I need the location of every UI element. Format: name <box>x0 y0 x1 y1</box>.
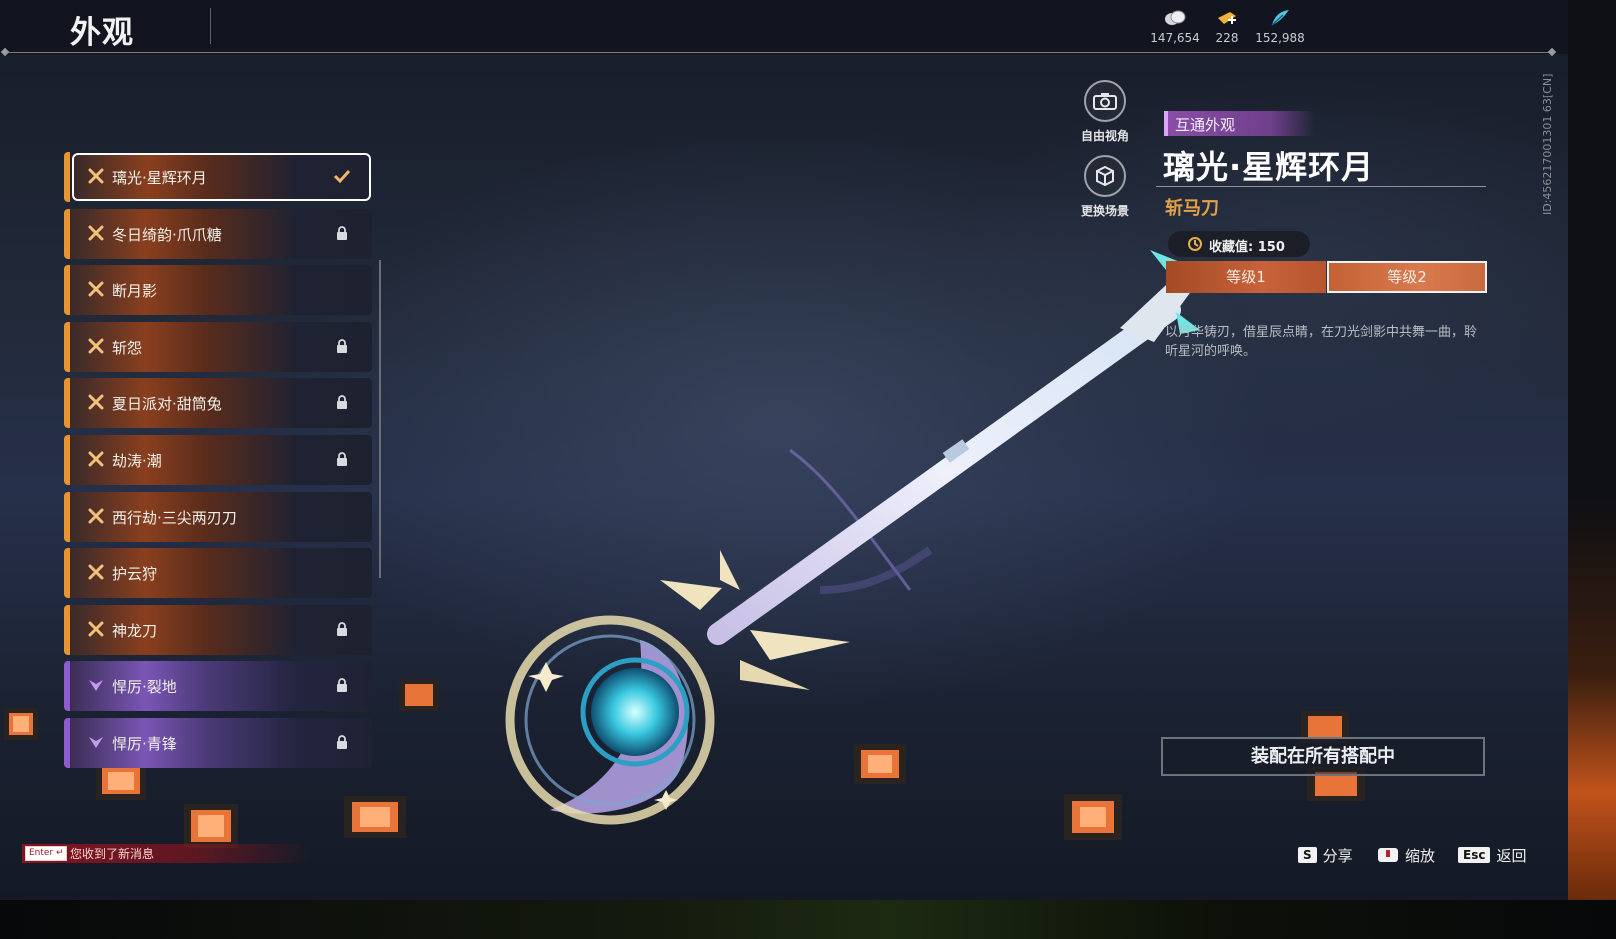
skin-list-item[interactable]: 斩怨 <box>64 321 372 372</box>
skin-name: 斩怨 <box>112 338 143 357</box>
shared-appearance-label: 互通外观 <box>1175 116 1236 134</box>
skin-name: 悍厉·裂地 <box>112 678 177 697</box>
orange-rarity-icon <box>88 168 104 184</box>
camera-icon <box>1093 93 1117 110</box>
ticket-icon <box>1218 12 1236 24</box>
skin-name: 劫涛·潮 <box>112 452 162 470</box>
rarity-bar <box>64 152 70 202</box>
lock-icon <box>332 619 352 639</box>
skin-description: 以月华铸刃，借星辰点睛，在刀光剑影中共舞一曲，聆听星河的呼唤。 <box>1165 325 1478 359</box>
orange-rarity-icon <box>88 564 104 580</box>
free-view-button[interactable]: 自由视角 <box>1070 80 1140 144</box>
window-edge-background <box>1568 0 1616 900</box>
skin-list-item[interactable]: 夏日派对·甜筒兔 <box>64 378 372 429</box>
zoom-button[interactable]: 缩放 <box>1377 845 1435 865</box>
skin-list-item[interactable]: 西行劫·三尖两刃刀 <box>64 491 372 542</box>
skin-list-item[interactable]: 神龙刀 <box>64 604 372 655</box>
collection-value-badge: 收藏值: 150 <box>1168 231 1310 257</box>
skin-name: 西行劫·三尖两刃刀 <box>112 508 237 527</box>
lantern-decoration <box>4 708 38 740</box>
lock-icon <box>332 336 352 356</box>
skin-name: 璃光·星辉环月 <box>112 169 207 187</box>
orange-rarity-icon <box>88 394 104 410</box>
coin-stack-icon <box>1165 10 1186 25</box>
skin-name: 断月影 <box>112 282 158 301</box>
shared-appearance-tag: 互通外观 <box>1164 111 1316 136</box>
skin-list-item[interactable]: 悍厉·青锋 <box>64 718 372 768</box>
skin-list-item[interactable]: 劫涛·潮 <box>64 435 372 485</box>
lantern-decoration <box>344 796 406 838</box>
cube-icon <box>1096 165 1114 187</box>
title-underline <box>1156 186 1486 187</box>
header-divider <box>4 52 1552 53</box>
skin-list-item[interactable]: 冬日绮韵·爪爪糖 <box>64 208 372 259</box>
equip-all-button[interactable]: 装配在所有搭配中 <box>1161 737 1485 776</box>
zoom-label: 缩放 <box>1405 846 1436 865</box>
skin-name: 护云狩 <box>112 565 158 584</box>
s-key: S <box>1298 847 1317 863</box>
share-label: 分享 <box>1322 846 1353 865</box>
page-title: 外观 <box>70 15 134 51</box>
back-button[interactable]: Esc 返回 <box>1458 845 1526 865</box>
skin-name: 悍厉·青锋 <box>112 735 177 753</box>
collection-value: 收藏值: 150 <box>1209 240 1285 255</box>
build-id-label: ID:456217001301 63[CN] <box>1541 73 1554 215</box>
share-button[interactable]: S 分享 <box>1298 845 1353 865</box>
new-message-notification[interactable]: Enter ↵ 您收到了新消息 <box>22 844 312 863</box>
skin-list-item[interactable]: 悍厉·裂地 <box>64 661 372 712</box>
skin-name: 神龙刀 <box>112 621 158 640</box>
orange-rarity-icon <box>88 281 104 297</box>
orange-rarity-icon <box>88 451 104 467</box>
skin-list-item[interactable]: 断月影 <box>64 265 372 316</box>
purple-rarity-icon <box>89 680 103 692</box>
list-scrollbar[interactable] <box>379 260 381 578</box>
skin-title: 璃光·星辉环月 <box>1163 148 1375 186</box>
feather-icon <box>1271 10 1289 26</box>
esc-key: Esc <box>1458 847 1491 863</box>
skin-list[interactable]: 璃光·星辉环月 冬日绮韵·爪爪糖 断月影斩怨夏日派对·甜筒兔 劫涛·潮西行劫·三尖两刃… <box>64 152 374 777</box>
skin-list-item[interactable]: 璃光·星辉环月 <box>64 152 372 202</box>
mouse-icon <box>1378 848 1398 862</box>
change-scene-label: 更换场景 <box>1080 204 1129 218</box>
lantern-decoration <box>399 679 439 711</box>
window-bottom-background <box>0 900 1616 939</box>
lock-icon <box>332 223 352 243</box>
orange-rarity-icon <box>88 225 104 241</box>
feather-amount: 152,988 <box>1255 31 1305 45</box>
enter-key: Enter ↵ <box>25 846 67 861</box>
skin-name: 冬日绮韵·爪爪糖 <box>112 225 222 244</box>
tab-level-2[interactable]: 等级2 <box>1327 261 1487 293</box>
notification-text: 您收到了新消息 <box>70 847 155 861</box>
lock-icon <box>332 675 352 695</box>
lock-icon <box>332 392 352 412</box>
change-scene-button[interactable]: 更换场景 <box>1070 155 1140 219</box>
orange-rarity-icon <box>88 508 104 524</box>
check-icon <box>332 166 352 186</box>
lock-icon <box>332 732 352 752</box>
orange-rarity-icon <box>88 621 104 637</box>
lock-icon <box>332 449 352 469</box>
orange-rarity-icon <box>88 338 104 354</box>
top-bar: 外观 147,654 228 152,988 <box>0 0 1568 54</box>
title-divider <box>210 8 211 44</box>
purple-rarity-icon <box>89 737 103 748</box>
collection-icon <box>1188 237 1202 251</box>
weapon-type: 斩马刀 <box>1165 198 1219 219</box>
currency-feathers[interactable]: 152,988 <box>1240 8 1320 45</box>
skin-name: 夏日派对·甜筒兔 <box>112 395 222 414</box>
skin-list-item[interactable]: 护云狩 <box>64 548 372 599</box>
tab-level-1[interactable]: 等级1 <box>1166 261 1326 293</box>
weapon-model[interactable] <box>490 250 1210 830</box>
free-view-label: 自由视角 <box>1080 129 1129 143</box>
back-label: 返回 <box>1496 846 1527 865</box>
